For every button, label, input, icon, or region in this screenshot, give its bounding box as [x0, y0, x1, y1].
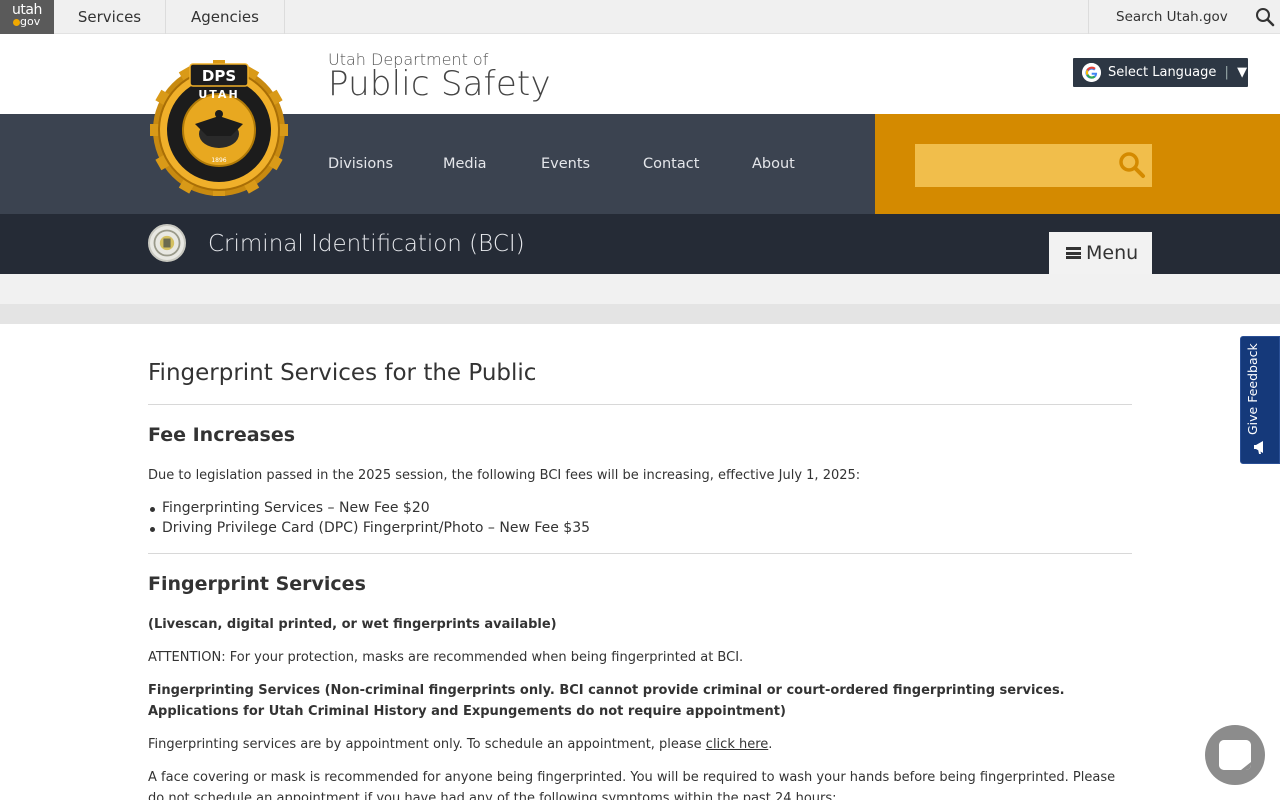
- appointment-text: Fingerprinting services are by appointme…: [148, 737, 706, 752]
- bci-seal-icon[interactable]: [148, 224, 186, 262]
- schedule-appointment-link[interactable]: click here: [706, 737, 768, 752]
- attention-text: ATTENTION: For your protection, masks ar…: [148, 650, 744, 665]
- topnav-services[interactable]: Services: [54, 0, 166, 34]
- megaphone-icon: [1254, 441, 1263, 454]
- divider: [148, 404, 1132, 405]
- chevron-down-icon: ▼: [1237, 65, 1248, 80]
- nav-divisions[interactable]: Divisions: [328, 114, 393, 214]
- division-title[interactable]: Criminal Identification (BCI): [208, 214, 525, 274]
- hamburger-icon: [1066, 247, 1081, 259]
- nav-about[interactable]: About: [752, 114, 795, 214]
- give-feedback-tab[interactable]: Give Feedback: [1240, 336, 1280, 464]
- mask-requirement-text: A face covering or mask is recommended f…: [148, 770, 1116, 800]
- site-search-input[interactable]: [915, 144, 1152, 187]
- page-title: Fingerprint Services for the Public: [148, 360, 537, 386]
- chat-icon: [1219, 740, 1251, 770]
- chat-widget-button[interactable]: [1205, 725, 1265, 785]
- appointment-paragraph: Fingerprinting services are by appointme…: [148, 734, 1132, 755]
- logo-dot: [13, 19, 20, 26]
- dps-seal-logo[interactable]: DPS UTAH 1896: [150, 50, 288, 196]
- utah-gov-logo[interactable]: utah gov: [0, 0, 54, 34]
- give-feedback-label: Give Feedback: [1245, 343, 1260, 435]
- list-item: Driving Privilege Card (DPC) Fingerprint…: [149, 520, 591, 536]
- select-language-button[interactable]: Select Language | ▼: [1073, 58, 1248, 87]
- appointment-end: .: [768, 737, 773, 752]
- main-navigation: Divisions Media Events Contact About: [0, 114, 875, 214]
- nav-media[interactable]: Media: [443, 114, 487, 214]
- nav-contact[interactable]: Contact: [643, 114, 699, 214]
- menu-button-label: Menu: [1086, 242, 1139, 264]
- utah-gov-topbar: utah gov Services Agencies Search Utah.g…: [0, 0, 1280, 34]
- logo-text-gov: gov: [20, 15, 41, 28]
- seal-utah-text: UTAH: [198, 88, 239, 101]
- seal-dps-text: DPS: [202, 67, 236, 85]
- topnav-agencies[interactable]: Agencies: [166, 0, 285, 34]
- list-item: Fingerprinting Services – New Fee $20: [150, 500, 430, 516]
- google-icon: [1082, 63, 1101, 82]
- divider-band: [0, 304, 1280, 324]
- services-note-text: Fingerprinting Services (Non-criminal fi…: [148, 683, 1065, 719]
- breadcrumb-band: [0, 274, 1280, 304]
- divider: [148, 553, 1132, 554]
- nav-events[interactable]: Events: [541, 114, 590, 214]
- fingerprint-services-heading: Fingerprint Services: [148, 573, 366, 595]
- fee-intro-text: Due to legislation passed in the 2025 se…: [148, 468, 861, 483]
- site-search-zone: [875, 114, 1280, 214]
- utah-gov-search-label: Search Utah.gov: [1116, 9, 1228, 25]
- select-language-label: Select Language: [1108, 65, 1217, 80]
- availability-text: (Livescan, digital printed, or wet finge…: [148, 617, 557, 632]
- agency-name[interactable]: Public Safety: [328, 64, 551, 104]
- division-bar: Criminal Identification (BCI) Menu: [0, 214, 1280, 274]
- seal-year-text: 1896: [211, 157, 226, 164]
- utah-gov-search[interactable]: Search Utah.gov: [1088, 0, 1280, 34]
- menu-button[interactable]: Menu: [1049, 232, 1152, 274]
- fee-increases-heading: Fee Increases: [148, 424, 296, 446]
- search-icon[interactable]: [1255, 7, 1275, 27]
- search-icon[interactable]: [1118, 151, 1146, 179]
